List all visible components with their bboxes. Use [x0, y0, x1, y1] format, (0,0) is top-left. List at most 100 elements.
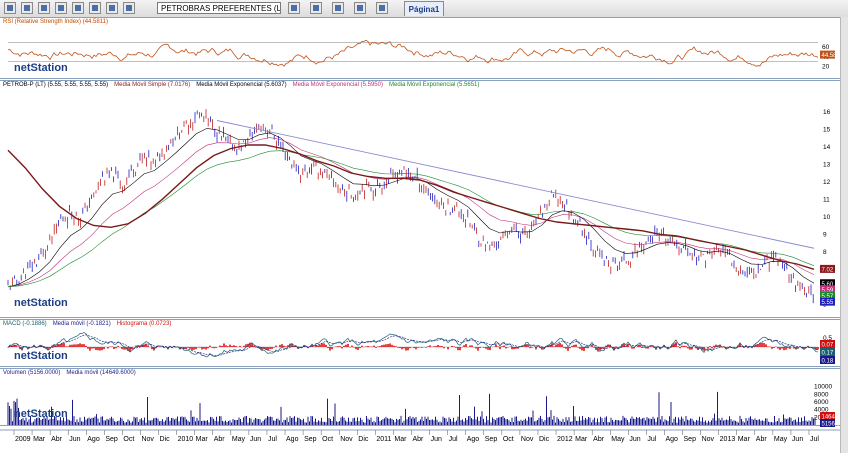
netstation-logo-macd: netStation [14, 350, 68, 362]
x-axis-label: Oct [123, 436, 134, 443]
paste-icon[interactable] [106, 2, 118, 14]
price-tick-label: 8 [823, 249, 827, 256]
price-tick-label: 10 [823, 214, 831, 221]
rsi-value-tag: 44.58 [820, 50, 838, 59]
x-axis-label: Ago [87, 436, 100, 443]
settings-icon[interactable] [376, 2, 388, 14]
netstation-logo-volume: netStation [14, 408, 68, 420]
x-axis-label: Abr [214, 436, 226, 443]
tag-label: 44.58 [822, 53, 838, 59]
x-axis-label: Abr [593, 436, 605, 443]
price-tick-label: 14 [823, 144, 831, 151]
x-axis-label: Jul [647, 436, 656, 443]
price-value-tag: 7.02 [820, 264, 835, 273]
zoom-icon[interactable] [288, 2, 300, 14]
copy-icon[interactable] [89, 2, 101, 14]
x-axis-label: Ago [467, 436, 480, 443]
macd-value-tag: 0.18 [820, 356, 835, 365]
tag-label: 0.17 [822, 351, 834, 357]
x-axis-label: May [232, 436, 246, 443]
x-axis-label: 2010 [178, 436, 194, 443]
x-axis-label: Jul [268, 436, 277, 443]
x-axis-label: Sep [304, 436, 317, 443]
price-tick-label: 13 [823, 161, 831, 168]
new-icon[interactable] [4, 2, 16, 14]
tag-label: 0.18 [822, 359, 834, 365]
macd-plot: 0.50.00.070.170.18 [7, 332, 835, 365]
symbol-input[interactable]: PETROBRAS PREFERENTES (LATIBEX) [157, 2, 281, 14]
tag-label: 5.55 [822, 300, 834, 306]
tag-label: 0.07 [822, 343, 834, 349]
x-axis-label: Sep [105, 436, 118, 443]
toolbar: PETROBRAS PREFERENTES (LATIBEX) Página1 [0, 0, 848, 18]
x-axis-label: Mar [394, 436, 407, 443]
x-axis-label: Jun [792, 436, 803, 443]
price-plot: 16151413121110987657.025.605.595.575.55 [7, 109, 835, 308]
indicator-icon[interactable] [332, 2, 344, 14]
undo-icon[interactable] [123, 2, 135, 14]
rsi-plot: 60402044.58 [7, 39, 838, 70]
x-axis-label: Ago [286, 436, 299, 443]
x-axis-label: Sep [684, 436, 697, 443]
x-axis: 2009 Mar Abr Jun Ago Sep Oct Nov Dic 2010 Mar Abr Ma… [0, 429, 840, 443]
x-axis-label: Dic [358, 436, 369, 443]
netstation-logo-rsi: netStation [14, 62, 68, 74]
x-axis-label: Sep [485, 436, 498, 443]
x-axis-label: Oct [322, 436, 333, 443]
x-axis-label: Jul [810, 436, 819, 443]
x-axis-label: Dic [539, 436, 550, 443]
sma-line [7, 144, 815, 270]
x-axis-label: Jun [629, 436, 640, 443]
price-value-tag: 5.55 [820, 297, 835, 306]
x-axis-label: Oct [503, 436, 514, 443]
x-axis-label: Dic [160, 436, 171, 443]
price-tick-label: 12 [823, 179, 831, 186]
x-axis-label: May [774, 436, 788, 443]
ema-line [7, 137, 815, 288]
x-axis-label: Jun [431, 436, 442, 443]
rsi-line [7, 39, 819, 67]
volume-tick-label: 8000 [814, 391, 829, 398]
resistance-trendline [216, 120, 815, 249]
price-tick-label: 16 [823, 109, 831, 116]
open-icon[interactable] [21, 2, 33, 14]
x-axis-label: Mar [575, 436, 588, 443]
save-icon[interactable] [38, 2, 50, 14]
print-icon[interactable] [55, 2, 67, 14]
macd-signal-line [7, 334, 819, 356]
x-axis-label: Jun [250, 436, 261, 443]
x-axis-label: Mar [738, 436, 751, 443]
x-axis-label: Abr [756, 436, 768, 443]
vertical-scrollbar[interactable] [840, 17, 848, 453]
x-axis-label: Abr [51, 436, 63, 443]
x-axis-label: Jun [69, 436, 80, 443]
price-panel: PETROB-P (LT) (5.55, 5.55, 5.55, 5.55) Me… [0, 80, 840, 318]
price-tick-label: 9 [823, 231, 827, 238]
x-axis-label: Abr [413, 436, 425, 443]
rsi-panel: RSI (Relative Strength Index) (44.5811) … [0, 17, 840, 79]
x-axis-label: 2009 [15, 436, 31, 443]
x-axis-label: Nov [702, 436, 715, 443]
volume-plot: 10000800060004000200014649.605156.00 [7, 384, 840, 427]
macd-value-tag: 0.17 [820, 348, 835, 357]
rsi-tick-label: 20 [822, 63, 830, 70]
x-axis-label: 2011 [376, 436, 391, 443]
x-axis-label: 2013 [720, 436, 736, 443]
price-tick-label: 15 [823, 126, 831, 133]
tag-label: 7.02 [822, 267, 834, 273]
volume-tick-label: 6000 [814, 399, 829, 406]
tab-page1[interactable]: Página1 [404, 1, 444, 16]
x-axis-label: Nov [521, 436, 534, 443]
macd-value-tag: 0.07 [820, 340, 835, 349]
rsi-tick-label: 60 [822, 44, 830, 51]
macd-line [7, 332, 819, 358]
netstation-logo-price: netStation [14, 297, 68, 309]
x-axis-label: Ago [665, 436, 678, 443]
drawing-icon[interactable] [354, 2, 366, 14]
volume-panel: Volumen (5156.0000) Media móvil (14649.60… [0, 368, 840, 427]
x-axis-label: Nov [141, 436, 154, 443]
x-axis-label: May [611, 436, 625, 443]
cut-icon[interactable] [72, 2, 84, 14]
price-tick-label: 11 [823, 196, 830, 203]
chart-icon[interactable] [310, 2, 322, 14]
